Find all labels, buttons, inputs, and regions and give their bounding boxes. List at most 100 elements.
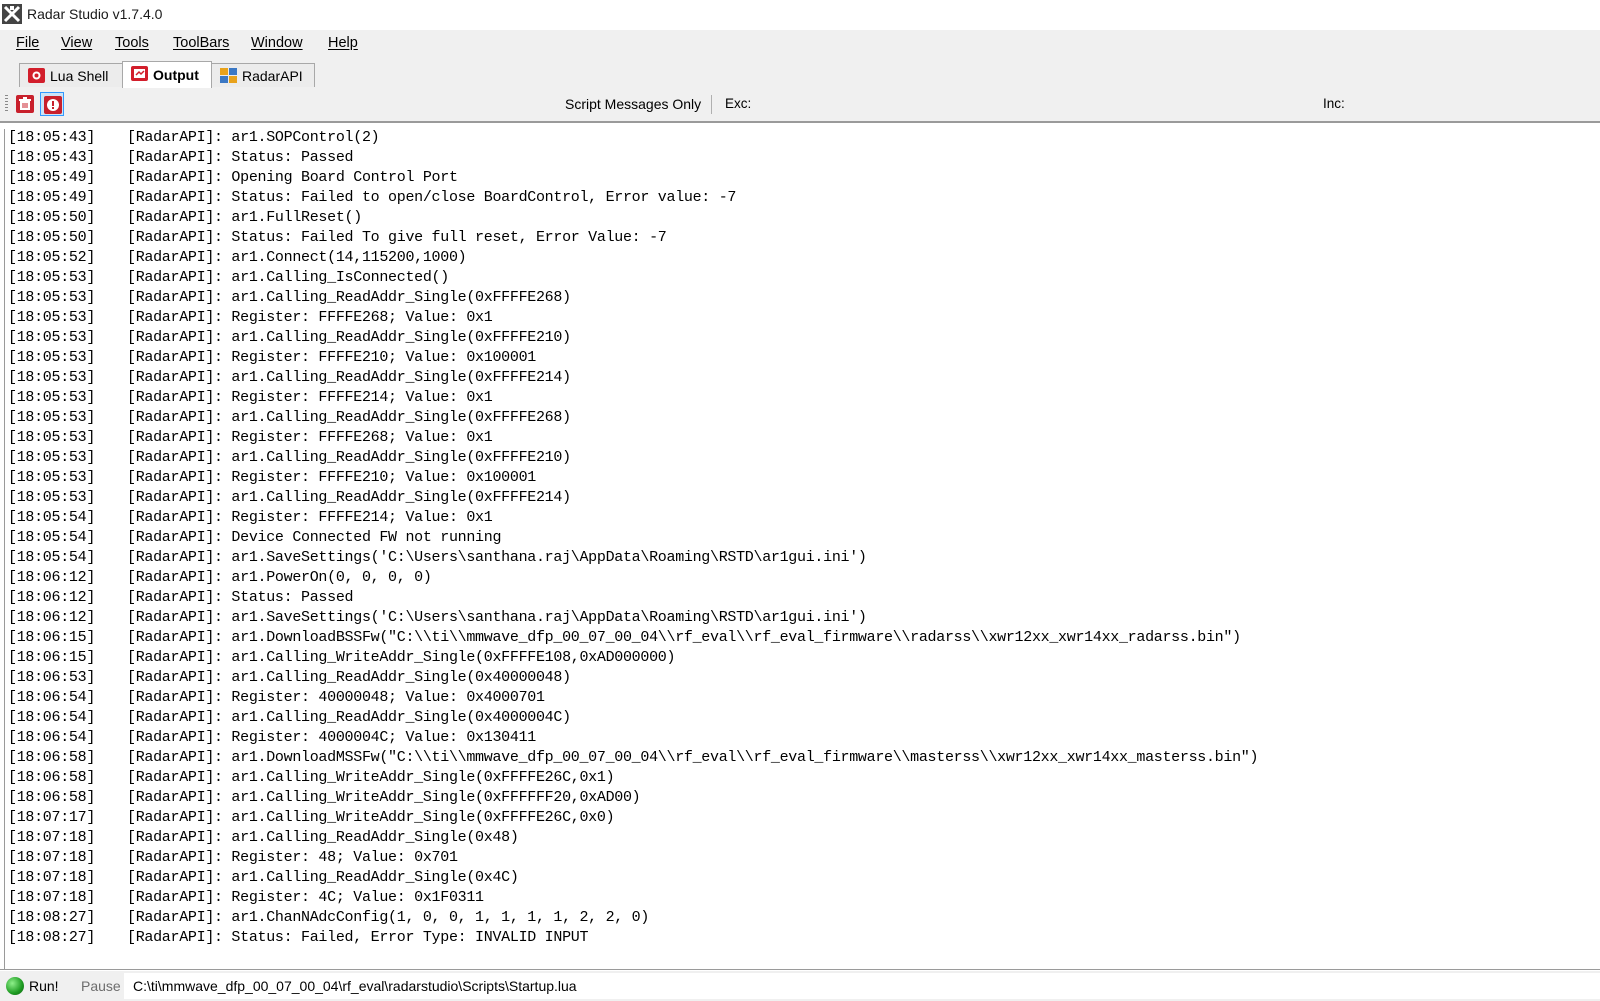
- log-line: [18:05:53] [RadarAPI]: ar1.Calling_ReadAd…: [8, 288, 1258, 308]
- log-message: [RadarAPI]: Register: 40000048; Value: 0…: [127, 689, 545, 706]
- log-message: [RadarAPI]: ar1.Calling_ReadAddr_Single(…: [127, 369, 571, 386]
- log-line: [18:05:53] [RadarAPI]: Register: FFFFE210…: [8, 348, 1258, 368]
- tab-radarapi[interactable]: RadarAPI: [211, 63, 315, 87]
- run-icon[interactable]: [6, 977, 24, 995]
- log-line: [18:05:49] [RadarAPI]: Status: Failed to …: [8, 188, 1258, 208]
- status-bar: Run! Pause C:\ti\mmwave_dfp_00_07_00_04\…: [0, 971, 1600, 1001]
- script-path-field[interactable]: C:\ti\mmwave_dfp_00_07_00_04\rf_eval\rad…: [124, 973, 1600, 999]
- log-message: [RadarAPI]: ar1.DownloadMSSFw("C:\\ti\\m…: [127, 749, 1259, 766]
- info-messages-button[interactable]: [40, 92, 64, 116]
- log-message: [RadarAPI]: ar1.DownloadBSSFw("C:\\ti\\m…: [127, 629, 1241, 646]
- log-timestamp: [18:06:12]: [8, 609, 96, 626]
- exc-filter-input[interactable]: [752, 92, 1316, 118]
- toolbar-separator: [711, 95, 712, 114]
- log-message: [RadarAPI]: ar1.Calling_ReadAddr_Single(…: [127, 409, 571, 426]
- log-timestamp: [18:05:49]: [8, 189, 96, 206]
- log-timestamp: [18:05:52]: [8, 249, 96, 266]
- log-line: [18:05:54] [RadarAPI]: Register: FFFFE214…: [8, 508, 1258, 528]
- log-message: [RadarAPI]: Status: Passed: [127, 149, 354, 166]
- clear-output-icon: [16, 95, 34, 113]
- tab-lua-shell-label: Lua Shell: [50, 68, 109, 84]
- log-message: [RadarAPI]: Status: Failed to open/close…: [127, 189, 737, 206]
- menu-window[interactable]: Window: [251, 35, 303, 51]
- log-timestamp: [18:05:53]: [8, 309, 96, 326]
- log-line: [18:06:15] [RadarAPI]: ar1.Calling_WriteA…: [8, 648, 1258, 668]
- log-timestamp: [18:05:53]: [8, 449, 96, 466]
- menu-toolbars[interactable]: ToolBars: [173, 35, 229, 51]
- title-bar: Radar Studio v1.7.4.0: [0, 0, 1600, 30]
- menu-file[interactable]: File: [16, 35, 39, 51]
- log-line: [18:06:12] [RadarAPI]: Status: Passed: [8, 588, 1258, 608]
- log-line: [18:05:53] [RadarAPI]: Register: FFFFE214…: [8, 388, 1258, 408]
- menu-view[interactable]: View: [61, 35, 92, 51]
- run-button[interactable]: Run!: [29, 978, 59, 994]
- log-line: [18:05:53] [RadarAPI]: Register: FFFFE268…: [8, 308, 1258, 328]
- clear-output-button[interactable]: [13, 92, 37, 116]
- info-icon: [44, 96, 62, 114]
- log-timestamp: [18:06:54]: [8, 689, 96, 706]
- log-line: [18:05:54] [RadarAPI]: ar1.SaveSettings('…: [8, 548, 1258, 568]
- app-icon: [2, 4, 22, 24]
- log-message: [RadarAPI]: ar1.ChanNAdcConfig(1, 0, 0, …: [127, 909, 650, 926]
- log-timestamp: [18:06:54]: [8, 709, 96, 726]
- menu-help[interactable]: Help: [328, 35, 358, 51]
- pause-button[interactable]: Pause: [81, 978, 121, 994]
- log-message: [RadarAPI]: ar1.PowerOn(0, 0, 0, 0): [127, 569, 432, 586]
- log-timestamp: [18:07:18]: [8, 829, 96, 846]
- log-message: [RadarAPI]: ar1.SaveSettings('C:\Users\s…: [127, 549, 867, 566]
- log-message: [RadarAPI]: Device Connected FW not runn…: [127, 529, 502, 546]
- window-title: Radar Studio v1.7.4.0: [27, 6, 163, 22]
- inc-filter-input[interactable]: [1350, 92, 1600, 118]
- log-timestamp: [18:06:54]: [8, 729, 96, 746]
- tab-output[interactable]: Output: [122, 61, 212, 88]
- log-message: [RadarAPI]: ar1.Calling_WriteAddr_Single…: [127, 769, 615, 786]
- log-lines: [18:05:43] [RadarAPI]: ar1.SOPControl(2)[…: [8, 128, 1259, 948]
- log-line: [18:05:53] [RadarAPI]: ar1.Calling_IsConn…: [8, 268, 1258, 288]
- log-timestamp: [18:07:17]: [8, 809, 96, 826]
- output-log[interactable]: [18:05:43] [RadarAPI]: ar1.SOPControl(2)[…: [0, 123, 1600, 970]
- log-line: [18:05:53] [RadarAPI]: ar1.Calling_ReadAd…: [8, 368, 1258, 388]
- log-timestamp: [18:05:53]: [8, 469, 96, 486]
- log-message: [RadarAPI]: ar1.SaveSettings('C:\Users\s…: [127, 609, 867, 626]
- menu-tools[interactable]: Tools: [115, 35, 149, 51]
- log-line: [18:05:52] [RadarAPI]: ar1.Connect(14,115…: [8, 248, 1258, 268]
- log-timestamp: [18:06:58]: [8, 769, 96, 786]
- log-line: [18:07:18] [RadarAPI]: ar1.Calling_ReadAd…: [8, 828, 1258, 848]
- log-timestamp: [18:06:15]: [8, 649, 96, 666]
- log-message: [RadarAPI]: Status: Failed, Error Type: …: [127, 929, 589, 946]
- log-timestamp: [18:05:53]: [8, 389, 96, 406]
- log-line: [18:07:18] [RadarAPI]: ar1.Calling_ReadAd…: [8, 868, 1258, 888]
- log-timestamp: [18:05:53]: [8, 349, 96, 366]
- log-line: [18:05:53] [RadarAPI]: Register: FFFFE210…: [8, 468, 1258, 488]
- log-timestamp: [18:08:27]: [8, 909, 96, 926]
- log-timestamp: [18:05:54]: [8, 549, 96, 566]
- script-messages-only-toggle[interactable]: Script Messages Only: [565, 96, 701, 112]
- log-line: [18:06:58] [RadarAPI]: ar1.Calling_WriteA…: [8, 788, 1258, 808]
- inc-label: Inc:: [1323, 96, 1345, 111]
- log-line: [18:06:58] [RadarAPI]: ar1.Calling_WriteA…: [8, 768, 1258, 788]
- log-message: [RadarAPI]: Status: Passed: [127, 589, 354, 606]
- log-message: [RadarAPI]: ar1.Calling_ReadAddr_Single(…: [127, 709, 571, 726]
- log-line: [18:06:58] [RadarAPI]: ar1.DownloadMSSFw(…: [8, 748, 1259, 768]
- log-message: [RadarAPI]: ar1.Calling_IsConnected(): [127, 269, 449, 286]
- log-timestamp: [18:05:53]: [8, 289, 96, 306]
- toolbar-grip[interactable]: [5, 95, 8, 113]
- log-message: [RadarAPI]: ar1.Calling_ReadAddr_Single(…: [127, 449, 571, 466]
- log-message: [RadarAPI]: ar1.Calling_WriteAddr_Single…: [127, 809, 615, 826]
- log-line: [18:05:50] [RadarAPI]: ar1.FullReset(): [8, 208, 1258, 228]
- log-message: [RadarAPI]: ar1.Calling_ReadAddr_Single(…: [127, 329, 571, 346]
- log-timestamp: [18:06:58]: [8, 789, 96, 806]
- tab-lua-shell[interactable]: Lua Shell: [19, 63, 123, 87]
- log-message: [RadarAPI]: Register: FFFFE268; Value: 0…: [127, 309, 493, 326]
- text-caret: [4, 129, 5, 969]
- log-timestamp: [18:05:53]: [8, 429, 96, 446]
- log-timestamp: [18:05:54]: [8, 529, 96, 546]
- log-message: [RadarAPI]: Register: FFFFE210; Value: 0…: [127, 349, 536, 366]
- output-icon: [131, 66, 148, 81]
- log-line: [18:07:18] [RadarAPI]: Register: 4C; Valu…: [8, 888, 1258, 908]
- log-message: [RadarAPI]: Register: 4000004C; Value: 0…: [127, 729, 536, 746]
- log-line: [18:06:15] [RadarAPI]: ar1.DownloadBSSFw(…: [8, 628, 1258, 648]
- log-timestamp: [18:05:53]: [8, 489, 96, 506]
- log-timestamp: [18:05:50]: [8, 209, 96, 226]
- log-message: [RadarAPI]: ar1.Connect(14,115200,1000): [127, 249, 467, 266]
